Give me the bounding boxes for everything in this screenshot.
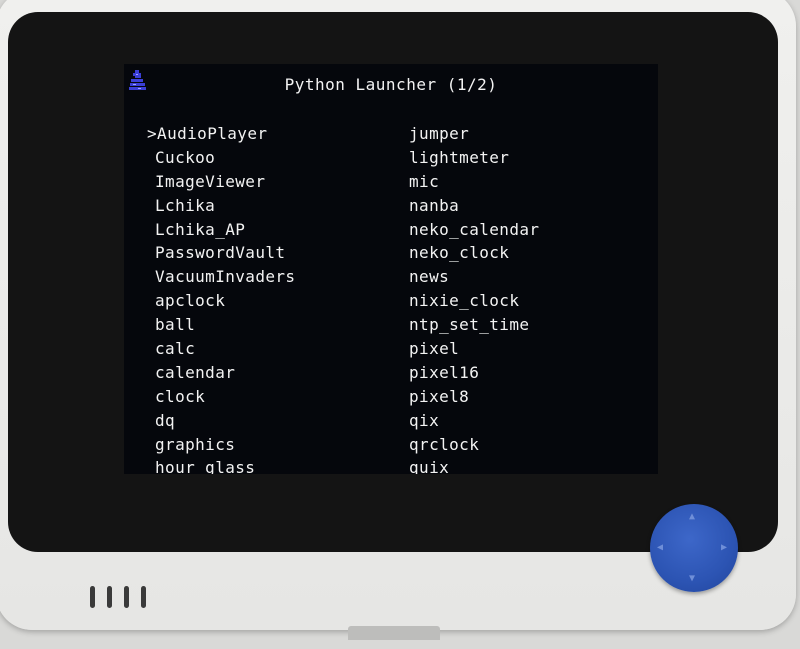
speaker-slot [107,586,112,608]
app-list-item[interactable]: PasswordVault [155,241,295,265]
app-list-item[interactable]: dq [155,409,295,433]
app-list-left-column: >AudioPlayer Cuckoo ImageViewer Lchika Lchik… [147,122,295,474]
app-list-item[interactable]: apclock [155,289,295,313]
launcher-screen: Python Launcher (1/2) >AudioPlayer Cuckoo… [124,64,658,474]
app-list-item[interactable]: graphics [155,433,295,457]
app-list-item[interactable]: news [409,265,539,289]
app-list-item[interactable]: ImageViewer [155,170,295,194]
screen-bezel: Python Launcher (1/2) >AudioPlayer Cuckoo… [8,12,778,552]
app-list-item[interactable]: Lchika_AP [155,218,295,242]
joystick-right-arrow-icon: ▶ [721,542,728,553]
usb-c-port [348,626,440,640]
app-list-item[interactable]: clock [155,385,295,409]
app-list-right-column: jumper lightmeter mic nanba neko_calendar nek… [409,122,539,474]
app-list-item[interactable]: calendar [155,361,295,385]
app-list-item[interactable]: neko_calendar [409,218,539,242]
app-list-item[interactable]: qrclock [409,433,539,457]
app-list-item[interactable]: pixel16 [409,361,539,385]
speaker-slot [124,586,129,608]
joystick-up-arrow-icon: ▲ [689,511,696,522]
joystick-left-arrow-icon: ◀ [657,542,664,553]
app-list-item[interactable]: mic [409,170,539,194]
app-list-item[interactable]: Cuckoo [155,146,295,170]
app-list-item[interactable]: neko_clock [409,241,539,265]
app-list-item[interactable]: quix [409,456,539,474]
speaker-grille [90,586,146,608]
app-list-item[interactable]: hour_glass [155,456,295,474]
speaker-slot [90,586,95,608]
app-list-item[interactable]: calc [155,337,295,361]
wio-terminal-device: Python Launcher (1/2) >AudioPlayer Cuckoo… [0,0,796,640]
app-list-item[interactable]: nixie_clock [409,289,539,313]
joystick-down-arrow-icon: ▼ [689,573,696,584]
app-list-item[interactable]: ball [155,313,295,337]
joystick-icon[interactable]: ▲ ▼ ◀ ▶ [650,504,738,592]
app-list-item[interactable]: VacuumInvaders [155,265,295,289]
app-list-item[interactable]: jumper [409,122,539,146]
speaker-slot [141,586,146,608]
app-list-item[interactable]: qix [409,409,539,433]
app-list-item[interactable]: Lchika [155,194,295,218]
launcher-title: Python Launcher (1/2) [284,75,498,94]
app-list-item[interactable]: pixel [409,337,539,361]
app-list-item[interactable]: ntp_set_time [409,313,539,337]
app-list-item[interactable]: pixel8 [409,385,539,409]
app-list-item[interactable]: nanba [409,194,539,218]
app-list-item[interactable]: lightmeter [409,146,539,170]
app-list-item-selected[interactable]: >AudioPlayer [147,122,295,146]
